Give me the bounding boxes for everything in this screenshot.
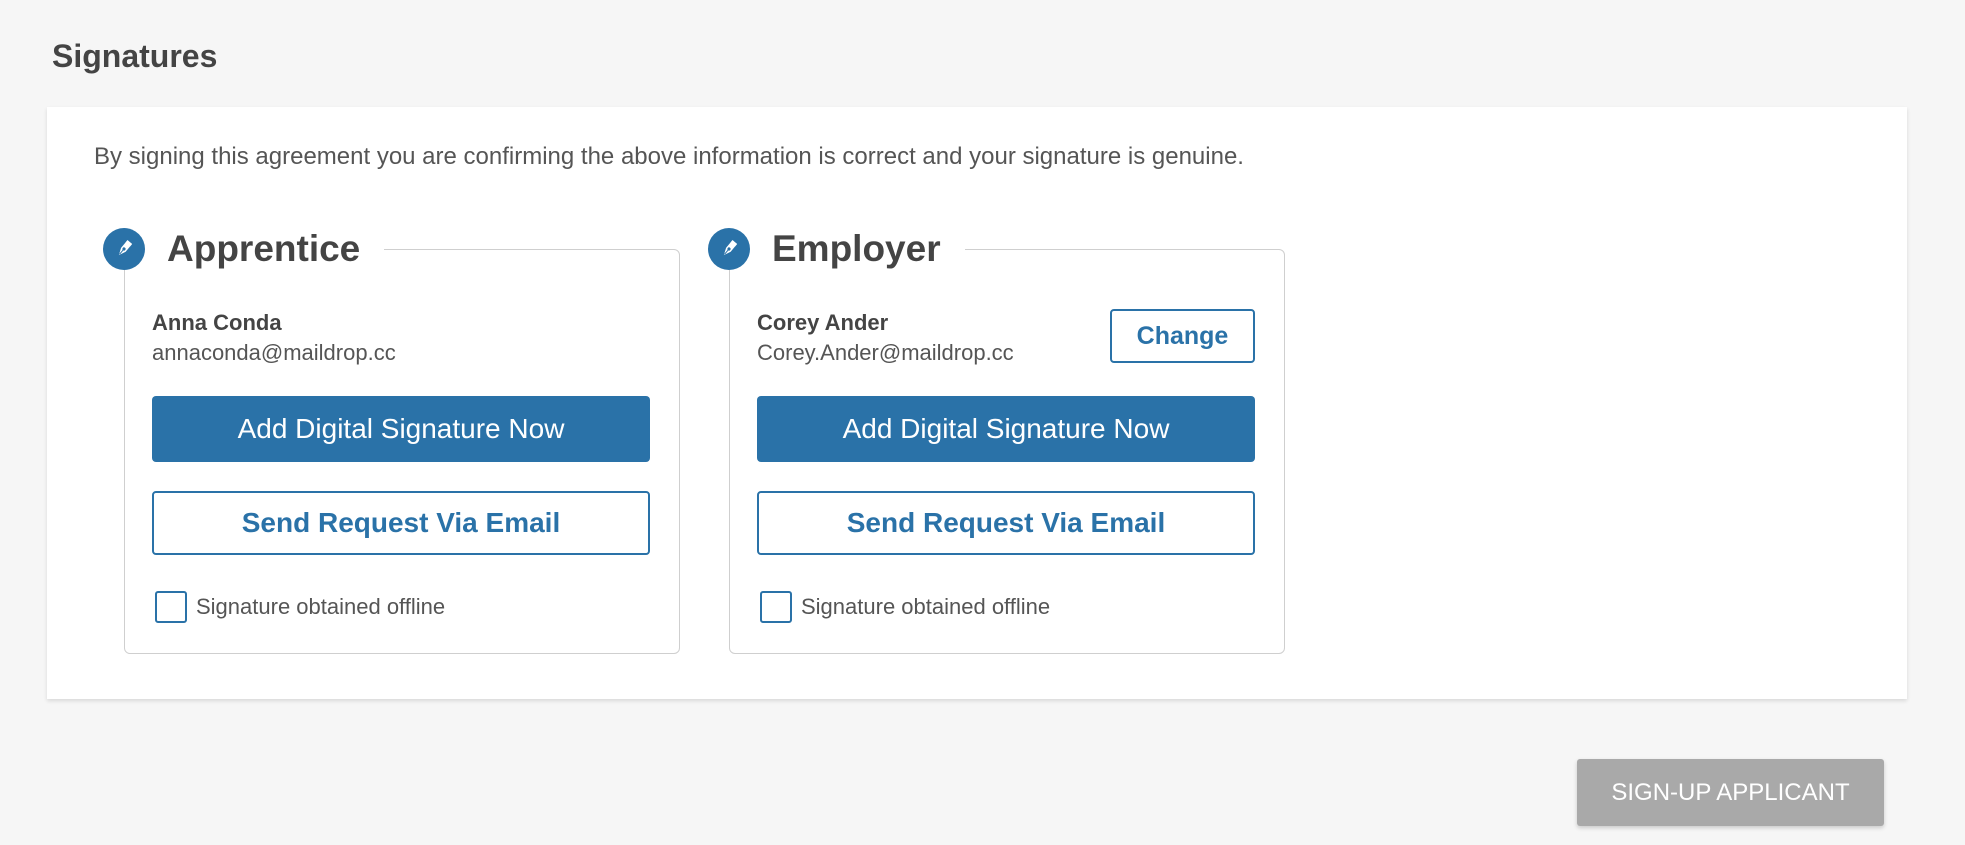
page-title: Signatures — [52, 38, 218, 74]
pen-icon — [103, 228, 145, 270]
apprentice-add-digital-signature-button[interactable]: Add Digital Signature Now — [152, 396, 650, 462]
employer-change-button[interactable]: Change — [1110, 309, 1255, 363]
employer-send-request-email-button[interactable]: Send Request Via Email — [757, 491, 1255, 555]
sign-up-applicant-button[interactable]: SIGN-UP APPLICANT — [1577, 759, 1884, 826]
employer-name: Corey Ander — [757, 310, 889, 335]
employer-offline-label[interactable]: Signature obtained offline — [801, 594, 1050, 620]
signing-intro-text: By signing this agreement you are confir… — [94, 143, 1244, 170]
employer-email: Corey.Ander@maildrop.cc — [757, 340, 1014, 365]
apprentice-offline-option: Signature obtained offline — [155, 591, 445, 623]
signatures-panel: By signing this agreement you are confir… — [47, 107, 1907, 699]
apprentice-role-title: Apprentice — [167, 228, 361, 269]
apprentice-name: Anna Conda — [152, 310, 282, 335]
apprentice-offline-label[interactable]: Signature obtained offline — [196, 594, 445, 620]
apprentice-signature-box: Apprentice Anna Conda annaconda@maildrop… — [103, 228, 680, 654]
employer-legend: Employer — [708, 228, 965, 270]
employer-signature-box: Employer Corey Ander Corey.Ander@maildro… — [708, 228, 1285, 654]
employer-offline-checkbox[interactable] — [760, 591, 792, 623]
apprentice-legend: Apprentice — [103, 228, 385, 270]
pen-icon — [708, 228, 750, 270]
apprentice-send-request-email-button[interactable]: Send Request Via Email — [152, 491, 650, 555]
apprentice-offline-checkbox[interactable] — [155, 591, 187, 623]
employer-role-title: Employer — [772, 228, 941, 269]
apprentice-email: annaconda@maildrop.cc — [152, 340, 396, 365]
employer-offline-option: Signature obtained offline — [760, 591, 1050, 623]
employer-add-digital-signature-button[interactable]: Add Digital Signature Now — [757, 396, 1255, 462]
